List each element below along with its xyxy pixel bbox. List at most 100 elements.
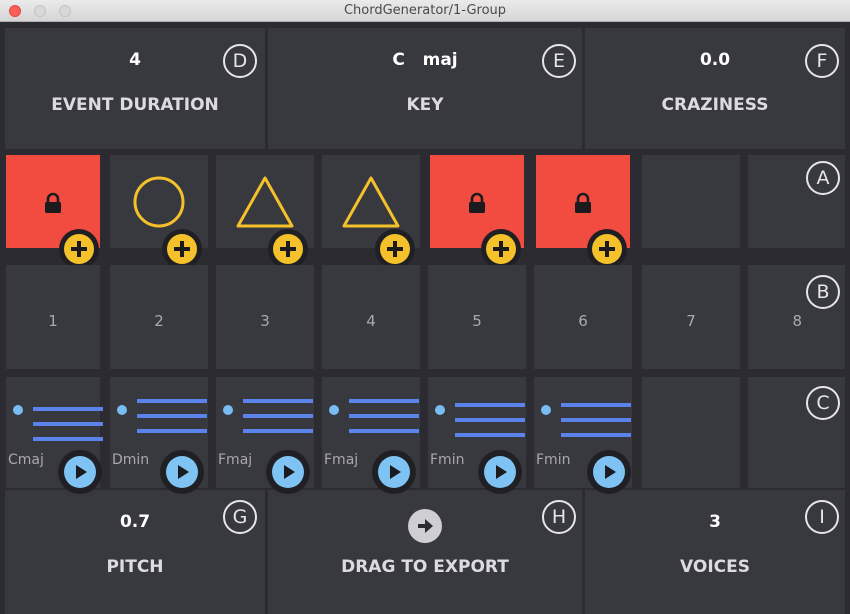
play-chord-button[interactable] [587, 450, 631, 494]
triangle-shape-icon [236, 176, 294, 228]
root-note-dot [329, 405, 339, 415]
chord-name: Dmin [112, 452, 150, 468]
note-bar [561, 418, 631, 422]
step-cell-4[interactable]: 4 [322, 265, 420, 369]
arrow-right-icon [418, 519, 433, 533]
key-label: KEY [406, 95, 444, 115]
add-chord-button[interactable] [587, 229, 627, 269]
note-bar [243, 399, 313, 403]
export-drag-button[interactable] [408, 509, 442, 543]
play-icon [166, 456, 198, 488]
step-cell-3[interactable]: 3 [216, 265, 314, 369]
key-panel[interactable]: C maj KEY E [268, 28, 582, 149]
note-bar [137, 429, 207, 433]
root-note-dot [117, 405, 127, 415]
window-titlebar: ChordGenerator/1-Group [0, 0, 850, 22]
chord-name: Fmin [536, 452, 571, 468]
drag-to-export-label: DRAG TO EXPORT [341, 557, 509, 577]
plus-icon [273, 234, 303, 264]
event-duration-panel[interactable]: 4 EVENT DURATION D [5, 28, 265, 149]
pitch-panel[interactable]: 0.7 PITCH G [5, 490, 265, 614]
lock-icon [575, 192, 591, 213]
add-chord-button[interactable] [162, 229, 202, 269]
step-number: 2 [154, 312, 164, 330]
badge-a: A [806, 161, 840, 195]
note-bar [349, 414, 419, 418]
badge-i: I [805, 500, 839, 534]
drag-to-export-panel[interactable]: DRAG TO EXPORT H [268, 490, 582, 614]
step-number: 8 [792, 312, 802, 330]
add-chord-button[interactable] [375, 229, 415, 269]
event-duration-label: EVENT DURATION [51, 95, 219, 115]
badge-f: F [805, 44, 839, 78]
note-bar [349, 429, 419, 433]
plus-icon [380, 234, 410, 264]
badge-c: C [806, 386, 840, 420]
root-note-dot [435, 405, 445, 415]
step-number: 7 [686, 312, 696, 330]
note-bar [455, 403, 525, 407]
chord-cell-7[interactable] [642, 377, 740, 488]
lock-icon [45, 192, 61, 213]
craziness-label: CRAZINESS [661, 95, 769, 115]
voices-panel[interactable]: 3 VOICES I [585, 490, 845, 614]
chord-name: Fmin [430, 452, 465, 468]
add-chord-button[interactable] [268, 229, 308, 269]
step-cell-5[interactable]: 5 [428, 265, 526, 369]
add-chord-button[interactable] [481, 229, 521, 269]
root-note-dot [223, 405, 233, 415]
step-cell-2[interactable]: 2 [110, 265, 208, 369]
play-chord-button[interactable] [266, 450, 310, 494]
key-value[interactable]: C maj [268, 50, 582, 70]
play-chord-button[interactable] [58, 450, 102, 494]
play-chord-button[interactable] [372, 450, 416, 494]
badge-h: H [542, 500, 576, 534]
note-bar [561, 403, 631, 407]
badge-e: E [542, 44, 576, 78]
play-icon [378, 456, 410, 488]
play-chord-button[interactable] [160, 450, 204, 494]
note-bar [455, 433, 525, 437]
circle-shape-icon [133, 176, 185, 228]
note-bar [243, 429, 313, 433]
chord-generator-main: 4 EVENT DURATION D C maj KEY E 0.0 CRAZI… [0, 22, 850, 614]
step-number: 3 [260, 312, 270, 330]
step-number: 5 [472, 312, 482, 330]
play-icon [593, 456, 625, 488]
add-chord-button[interactable] [59, 229, 99, 269]
badge-g: G [223, 500, 257, 534]
note-bar [33, 422, 103, 426]
note-bar [561, 433, 631, 437]
note-bar [33, 437, 103, 441]
step-cell-7[interactable]: 7 [642, 265, 740, 369]
step-cell-1[interactable]: 1 [6, 265, 100, 369]
step-number: 4 [366, 312, 376, 330]
plus-icon [167, 234, 197, 264]
note-bar [349, 399, 419, 403]
badge-b: B [806, 275, 840, 309]
lock-icon [469, 192, 485, 213]
root-note-dot [13, 405, 23, 415]
triangle-shape-icon [342, 176, 400, 228]
play-icon [484, 456, 516, 488]
note-bar [243, 414, 313, 418]
note-bar [33, 407, 103, 411]
badge-d: D [223, 44, 257, 78]
plus-icon [486, 234, 516, 264]
note-bar [455, 418, 525, 422]
plus-icon [64, 234, 94, 264]
window-title: ChordGenerator/1-Group [343, 3, 507, 18]
craziness-panel[interactable]: 0.0 CRAZINESS F [585, 28, 845, 149]
slot-7-cell[interactable] [642, 155, 740, 248]
chord-name: Cmaj [8, 452, 44, 468]
play-icon [64, 456, 96, 488]
play-icon [272, 456, 304, 488]
chord-name: Fmaj [324, 452, 359, 468]
play-chord-button[interactable] [478, 450, 522, 494]
step-cell-6[interactable]: 6 [534, 265, 632, 369]
voices-label: VOICES [680, 557, 750, 577]
plus-icon [592, 234, 622, 264]
note-bar [137, 399, 207, 403]
step-number: 6 [578, 312, 588, 330]
step-number: 1 [48, 312, 58, 330]
